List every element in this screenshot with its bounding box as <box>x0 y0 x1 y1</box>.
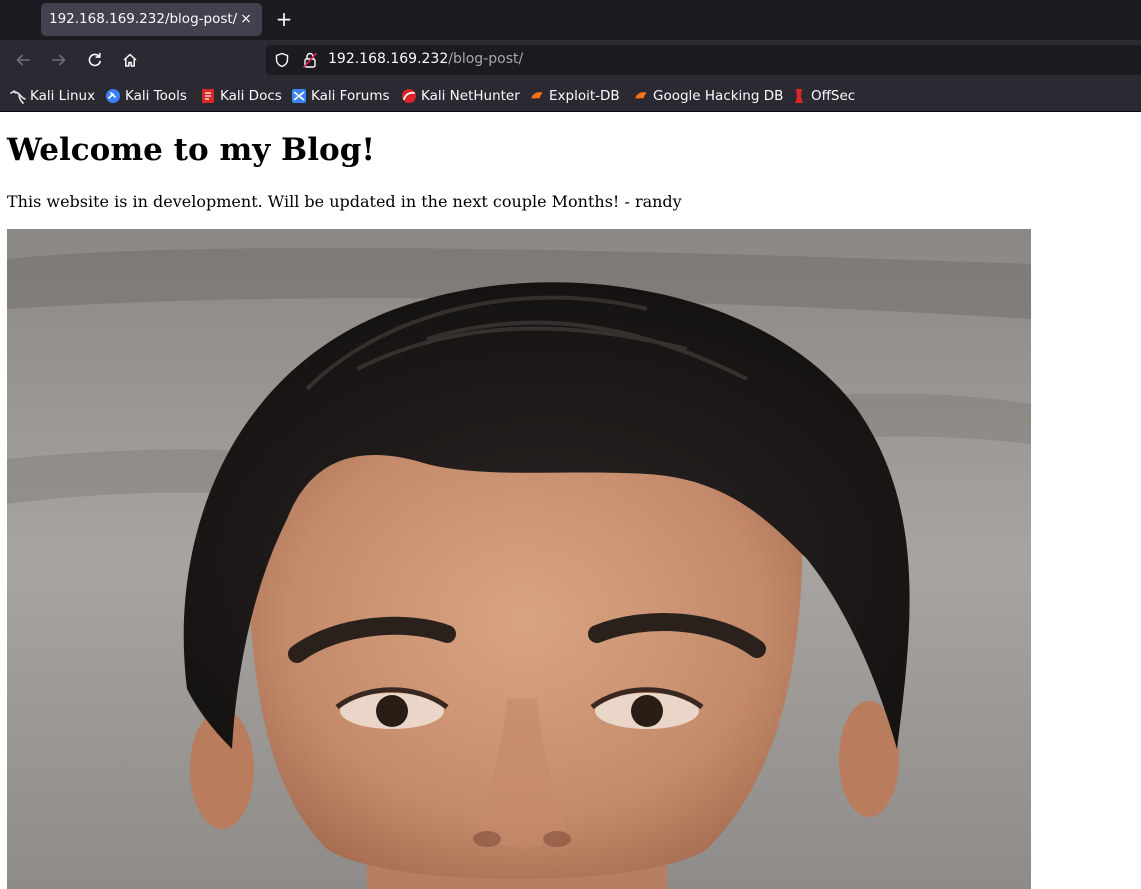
forward-button[interactable] <box>47 48 71 72</box>
bookmark-exploit-db[interactable]: Exploit-DB <box>529 86 620 106</box>
page-content: Welcome to my Blog! This website is in d… <box>0 112 1141 889</box>
kali-forums-icon <box>292 89 306 103</box>
page-text: This website is in development. Will be … <box>7 192 682 211</box>
bookmark-kali-linux[interactable]: Kali Linux <box>10 86 95 106</box>
page-heading: Welcome to my Blog! <box>7 132 375 168</box>
insecure-lock-icon[interactable] <box>302 51 318 69</box>
nethunter-icon <box>402 89 416 103</box>
kali-tools-icon <box>106 89 120 103</box>
back-arrow-icon <box>16 54 30 66</box>
bookmark-label: Exploit-DB <box>549 88 620 104</box>
bookmark-kali-docs[interactable]: Kali Docs <box>200 86 282 106</box>
profile-photo <box>7 229 1031 889</box>
tab-blog-post[interactable]: 192.168.169.232/blog-post/ × <box>41 3 262 36</box>
tracking-shield-icon[interactable] <box>274 52 290 68</box>
kali-dragon-icon <box>10 90 26 104</box>
portrait-image <box>7 229 1031 889</box>
bookmark-label: OffSec <box>811 88 856 104</box>
bookmark-kali-tools[interactable]: Kali Tools <box>105 86 187 106</box>
bookmark-kali-forums[interactable]: Kali Forums <box>291 86 390 106</box>
forward-arrow-icon <box>52 54 66 66</box>
bookmark-label: Kali Tools <box>125 88 187 104</box>
reload-icon <box>88 52 101 67</box>
kali-docs-icon <box>202 89 214 103</box>
bookmark-offsec[interactable]: OffSec <box>791 86 855 106</box>
url-text[interactable]: 192.168.169.232/blog-post/ <box>328 51 523 67</box>
navigation-bar: 192.168.169.232/blog-post/ <box>0 40 1141 81</box>
bookmark-label: Google Hacking DB <box>653 88 784 104</box>
bookmark-label: Kali Forums <box>311 88 390 104</box>
bookmarks-toolbar: Kali Linux Kali Tools Kali Docs Kali For… <box>0 81 1141 112</box>
back-button[interactable] <box>11 48 35 72</box>
url-host: 192.168.169.232 <box>328 51 449 67</box>
home-button[interactable] <box>118 48 142 72</box>
bookmark-label: Kali NetHunter <box>421 88 520 104</box>
url-path: /blog-post/ <box>448 51 524 67</box>
new-tab-button[interactable]: + <box>274 8 294 30</box>
bookmark-label: Kali Docs <box>220 88 282 104</box>
exploit-db-icon <box>531 92 543 99</box>
home-icon <box>123 53 137 67</box>
ghdb-icon <box>635 92 647 99</box>
bookmark-label: Kali Linux <box>30 88 96 104</box>
address-bar[interactable]: 192.168.169.232/blog-post/ <box>266 45 1141 75</box>
bookmark-kali-nethunter[interactable]: Kali NetHunter <box>401 86 520 106</box>
tab-bar: 192.168.169.232/blog-post/ × + <box>0 0 1141 40</box>
close-tab-icon[interactable]: × <box>239 10 253 28</box>
tab-title: 192.168.169.232/blog-post/ <box>49 11 238 27</box>
offsec-icon <box>795 89 803 103</box>
reload-button[interactable] <box>83 48 107 72</box>
bookmark-google-hacking-db[interactable]: Google Hacking DB <box>633 86 783 106</box>
